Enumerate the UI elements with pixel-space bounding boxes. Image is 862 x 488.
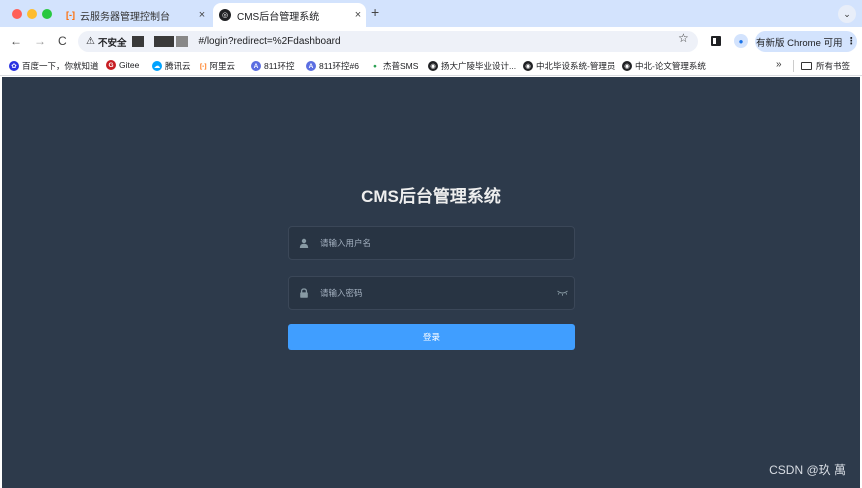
forward-button[interactable]: → — [34, 34, 46, 48]
tab-search-chevron-icon[interactable]: ⌄ — [838, 5, 856, 23]
bookmark-gitee[interactable]: G Gitee — [106, 60, 139, 70]
reload-button[interactable]: C — [58, 34, 67, 48]
bookmarks-bar: ✿ 百度一下，你就知道 G Gitee ☁ 腾讯云 [-] 阿里云 A 811环… — [0, 56, 862, 76]
redacted-host-block — [132, 36, 145, 47]
window-minimize-control[interactable] — [27, 9, 37, 19]
bookmark-label: 811环控#6 — [319, 61, 360, 71]
browser-tabstrip: [-] 云服务器管理控制台 × ◎ CMS后台管理系统 × + ⌄ — [0, 0, 862, 27]
login-button[interactable]: 登录 — [288, 324, 575, 350]
warning-icon: ⚠ — [86, 36, 95, 47]
folder-icon — [801, 62, 812, 70]
login-title: CMS后台管理系统 — [361, 187, 501, 206]
back-button[interactable]: ← — [10, 34, 22, 48]
tab-close-icon[interactable]: × — [194, 9, 210, 21]
bookmark-811-env-6[interactable]: A 811环控#6 — [306, 60, 359, 72]
bookmark-aliyun[interactable]: [-] 阿里云 — [200, 60, 235, 72]
security-indicator[interactable]: ⚠ 不安全 — [86, 35, 126, 49]
bookmark-tencent-cloud[interactable]: ☁ 腾讯云 — [152, 60, 191, 72]
app-a-icon: A — [306, 61, 316, 71]
side-panel-icon[interactable] — [711, 36, 721, 46]
user-icon — [298, 238, 310, 248]
sms-dot-icon: ● — [373, 62, 377, 70]
bookmark-label: Gitee — [119, 60, 140, 70]
app-a-icon: A — [251, 61, 261, 71]
address-bar[interactable]: ⚠ 不安全 #/login?redirect=%2Fdashboard — [78, 31, 698, 52]
chrome-update-button[interactable]: 有新版 Chrome 可用 ⋮ — [755, 31, 857, 52]
all-bookmarks-folder[interactable]: 所有书签 — [801, 60, 850, 72]
bookmark-label: 中北-论文管理系统 — [635, 61, 706, 71]
bookmark-label: 阿里云 — [209, 61, 236, 71]
tencent-cloud-icon: ☁ — [152, 61, 162, 71]
bookmark-zhongbei-thesis[interactable]: ◉ 中北-论文管理系统 — [622, 60, 706, 72]
globe-icon: ◉ — [428, 61, 438, 71]
url-text: #/login?redirect=%2Fdashboard — [198, 36, 341, 47]
new-tab-button[interactable]: + — [371, 4, 379, 20]
bookmark-yangda[interactable]: ◉ 扬大广陵毕业设计... — [428, 60, 516, 72]
window-close-control[interactable] — [12, 9, 22, 19]
bookmark-label: 中北毕设系统-管理员 — [536, 61, 616, 71]
username-input[interactable] — [320, 238, 574, 248]
bookmark-label: 百度一下，你就知道 — [22, 61, 99, 71]
browser-toolbar: ← → C ⚠ 不安全 #/login?redirect=%2Fdashboar… — [0, 27, 862, 56]
bookmark-label: 扬大广陵毕业设计... — [441, 61, 517, 71]
aliyun-favicon-icon: [-] — [66, 10, 75, 20]
folder-label: 所有书签 — [816, 61, 851, 71]
update-label: 有新版 Chrome 可用 — [755, 37, 843, 49]
password-input[interactable] — [320, 288, 556, 298]
eye-closed-icon[interactable] — [556, 289, 568, 298]
security-label: 不安全 — [97, 37, 127, 49]
bookmarks-divider — [793, 60, 794, 72]
bookmark-label: 杰普SMS — [383, 61, 419, 71]
tab-title: 云服务器管理控制台 — [80, 11, 170, 23]
bookmark-baidu[interactable]: ✿ 百度一下，你就知道 — [9, 60, 99, 72]
profile-avatar-icon[interactable]: ● — [734, 34, 748, 48]
csdn-watermark: CSDN @玖 萬 — [769, 463, 846, 477]
bookmark-zhongbei-admin[interactable]: ◉ 中北毕设系统-管理员 — [523, 60, 615, 72]
bookmark-label: 811环控 — [264, 61, 295, 71]
menu-dots-icon: ⋮ — [846, 36, 857, 47]
gitee-icon: G — [106, 60, 116, 70]
globe-favicon-icon: ◎ — [219, 9, 231, 21]
username-field[interactable] — [288, 226, 575, 260]
tab-cloud-console[interactable]: [-] 云服务器管理控制台 × — [60, 3, 210, 27]
redacted-host-block — [176, 36, 189, 47]
bookmark-star-icon[interactable]: ☆ — [678, 31, 689, 45]
password-field[interactable] — [288, 276, 575, 310]
tab-close-icon[interactable]: × — [350, 9, 366, 21]
tab-title: CMS后台管理系统 — [237, 11, 320, 23]
bookmark-811-env[interactable]: A 811环控 — [251, 60, 295, 72]
tab-cms-admin[interactable]: ◎ CMS后台管理系统 × — [213, 3, 366, 27]
login-page: CMS后台管理系统 登录 CSDN @玖 萬 — [2, 77, 860, 488]
baidu-paw-icon: ✿ — [9, 61, 19, 71]
lock-icon — [298, 288, 310, 298]
redacted-host-block — [154, 36, 175, 47]
globe-icon: ◉ — [523, 61, 533, 71]
bookmark-jiepu-sms[interactable]: ● 杰普SMS — [370, 60, 418, 72]
globe-icon: ◉ — [622, 61, 632, 71]
window-zoom-control[interactable] — [42, 9, 52, 19]
bookmarks-overflow-button[interactable]: » — [776, 59, 782, 70]
aliyun-icon: [-] — [200, 62, 207, 70]
bookmark-label: 腾讯云 — [165, 61, 191, 71]
